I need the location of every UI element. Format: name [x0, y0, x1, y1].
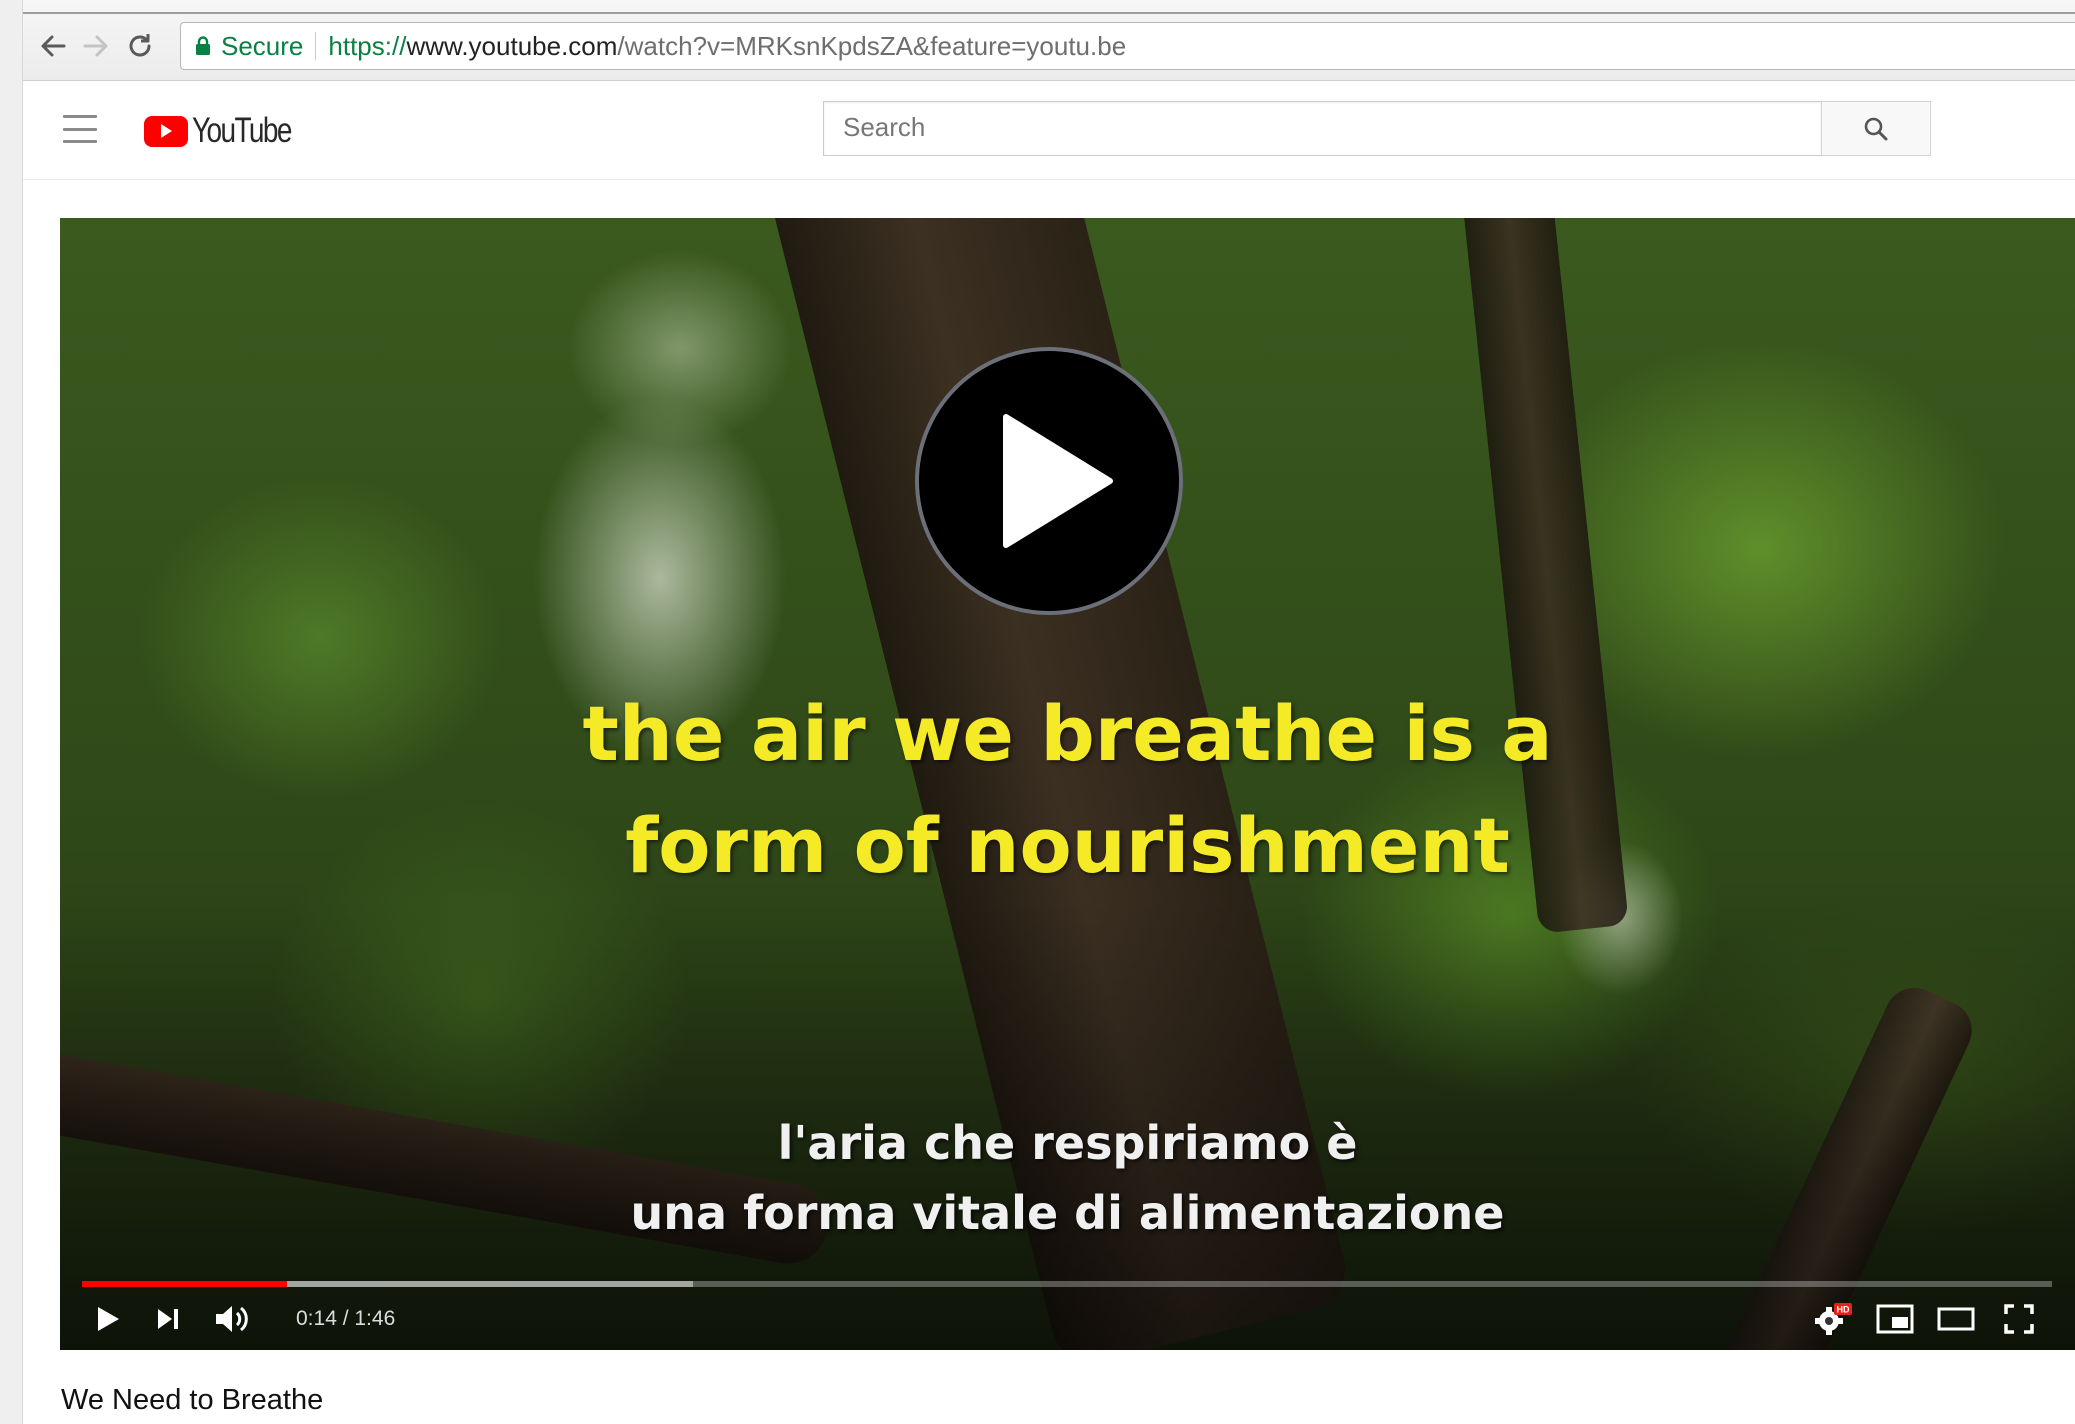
search-box	[823, 101, 1821, 156]
theater-mode-button[interactable]	[1933, 1297, 1979, 1341]
url-scheme: https://	[328, 30, 407, 61]
video-player[interactable]: the air we breathe is a form of nourishm…	[60, 218, 2075, 1350]
omnibox-separator	[315, 32, 317, 60]
video-title: We Need to Breathe	[61, 1384, 324, 1416]
theater-mode-icon	[1937, 1307, 1975, 1331]
gear-icon: HD	[1815, 1303, 1852, 1335]
youtube-masthead: YouTube	[23, 81, 2075, 180]
progress-bar[interactable]	[82, 1281, 2052, 1287]
caption-english-line: form of nourishment	[625, 801, 1510, 890]
next-button[interactable]	[148, 1297, 188, 1341]
search-icon	[1864, 117, 1888, 140]
caption-italian: l'aria che respiriamo è una forma vitale…	[60, 1108, 2075, 1248]
time-display: 0:14 / 1:46	[296, 1307, 396, 1330]
caption-english-line: the air we breathe is a	[582, 689, 1553, 778]
caption-english: the air we breathe is a form of nourishm…	[60, 678, 2075, 902]
hd-badge: HD	[1837, 1305, 1850, 1315]
miniplayer-icon	[1876, 1304, 1914, 1334]
caption-italian-line: l'aria che respiriamo è	[777, 1116, 1358, 1170]
forward-button[interactable]	[76, 26, 116, 66]
url-path: /watch?v=MRKsnKpdsZA&feature=youtu.be	[617, 30, 1127, 61]
youtube-wordmark: YouTube	[192, 111, 292, 150]
url-host: www.youtube.com	[406, 30, 618, 61]
settings-button[interactable]: HD	[1810, 1297, 1856, 1341]
play-icon	[1003, 414, 1113, 548]
volume-icon	[216, 1306, 248, 1332]
browser-toolbar: Secure https:// www.youtube.com /watch?v…	[23, 0, 2075, 81]
youtube-logo[interactable]: YouTube	[144, 111, 316, 151]
caption-italian-line: una forma vitale di alimentazione	[630, 1186, 1505, 1240]
reload-icon	[129, 34, 151, 57]
hamburger-menu-icon[interactable]	[63, 115, 97, 143]
back-button[interactable]	[33, 26, 73, 66]
window-left-edge	[0, 0, 23, 1424]
youtube-play-badge-icon	[144, 115, 188, 147]
reload-button[interactable]	[120, 26, 160, 66]
play-icon	[98, 1307, 119, 1331]
search-input[interactable]	[824, 102, 1803, 153]
skip-next-icon	[158, 1309, 178, 1329]
lock-icon	[195, 36, 211, 56]
large-play-button[interactable]	[915, 347, 1183, 615]
progress-played	[82, 1281, 287, 1287]
play-button[interactable]	[88, 1297, 128, 1341]
arrow-left-icon	[41, 35, 66, 57]
search-button[interactable]	[1821, 101, 1931, 156]
toolbar-top-line	[23, 12, 2075, 14]
secure-label: Secure	[221, 30, 304, 61]
miniplayer-button[interactable]	[1872, 1297, 1918, 1341]
fullscreen-icon	[2004, 1304, 2034, 1334]
fullscreen-button[interactable]	[1996, 1297, 2042, 1341]
arrow-right-icon	[83, 35, 108, 57]
address-bar[interactable]: Secure https:// www.youtube.com /watch?v…	[180, 22, 2075, 70]
player-controls: 0:14 / 1:46 HD	[60, 1293, 2075, 1348]
volume-button[interactable]	[210, 1297, 256, 1341]
